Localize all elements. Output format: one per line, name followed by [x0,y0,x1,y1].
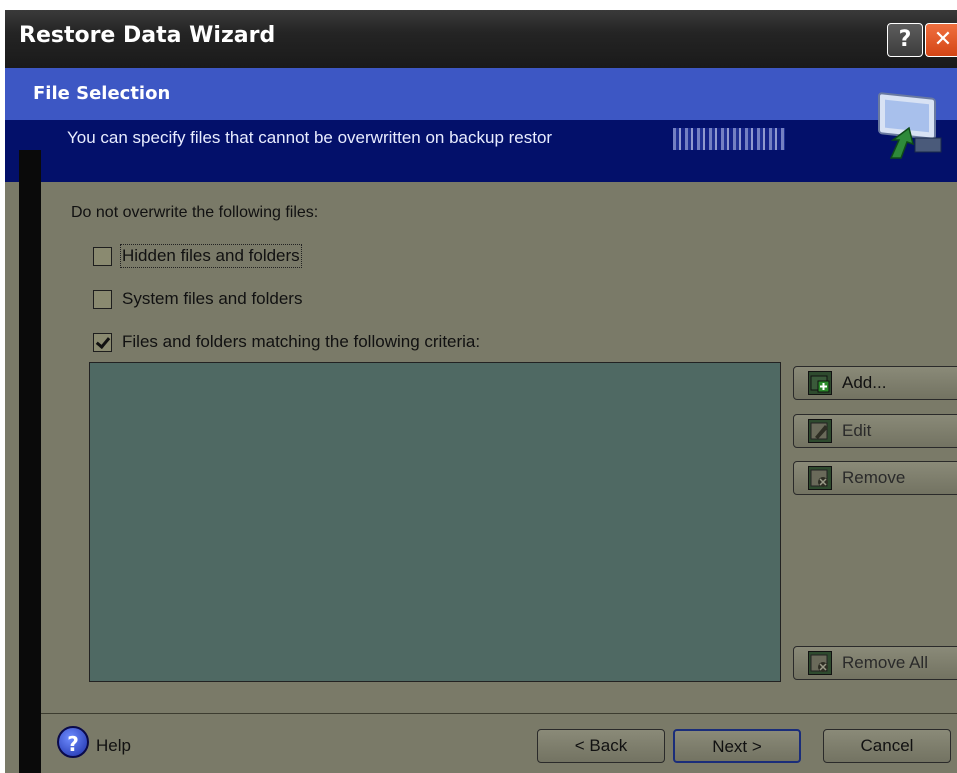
add-button[interactable]: Add... [793,366,957,400]
rendering-artifact [673,128,785,150]
criteria-files-checkbox[interactable] [93,332,112,352]
close-button[interactable]: ✕ [925,23,957,57]
remove-all-button-label: Remove All [842,653,928,672]
remove-all-icon [808,651,832,675]
hidden-files-label[interactable]: Hidden files and folders [120,244,302,268]
criteria-list[interactable] [89,362,781,682]
add-button-label: Add... [842,373,887,392]
left-edge-strip [19,150,41,773]
edit-button[interactable]: Edit [793,414,957,448]
restore-monitor-icon [878,92,942,159]
restore-data-wizard-window: Restore Data Wizard ? ✕ File Selection Y… [5,10,957,773]
header-subtitle-band: You can specify files that cannot be ove… [5,120,957,182]
page-subtitle: You can specify files that cannot be ove… [67,128,553,147]
criteria-files-label[interactable]: Files and folders matching the following… [122,332,480,352]
hidden-files-option[interactable]: Hidden files and folders [93,244,302,268]
help-link[interactable]: Help [96,736,131,756]
system-files-checkbox[interactable] [93,289,112,309]
criteria-files-option[interactable]: Files and folders matching the following… [93,332,480,352]
remove-criteria-icon [808,466,832,490]
cancel-button[interactable]: Cancel [823,729,951,763]
hidden-files-checkbox[interactable] [93,246,112,266]
back-button[interactable]: < Back [537,729,665,763]
system-files-label[interactable]: System files and folders [122,289,302,309]
footer-divider [41,713,957,714]
remove-button[interactable]: Remove [793,461,957,495]
window-title: Restore Data Wizard [19,23,276,48]
next-button[interactable]: Next > [673,729,801,763]
section-label: Do not overwrite the following files: [71,204,319,221]
help-icon[interactable]: ? [57,726,89,758]
remove-button-label: Remove [842,468,906,487]
add-criteria-icon [808,371,832,395]
remove-all-button[interactable]: Remove All [793,646,957,680]
edit-button-label: Edit [842,421,872,440]
title-bar: Restore Data Wizard ? ✕ [5,10,957,68]
edit-pencil-icon [808,419,832,443]
help-title-button[interactable]: ? [887,23,923,57]
page-title: File Selection [33,83,171,104]
system-files-option[interactable]: System files and folders [93,289,302,309]
